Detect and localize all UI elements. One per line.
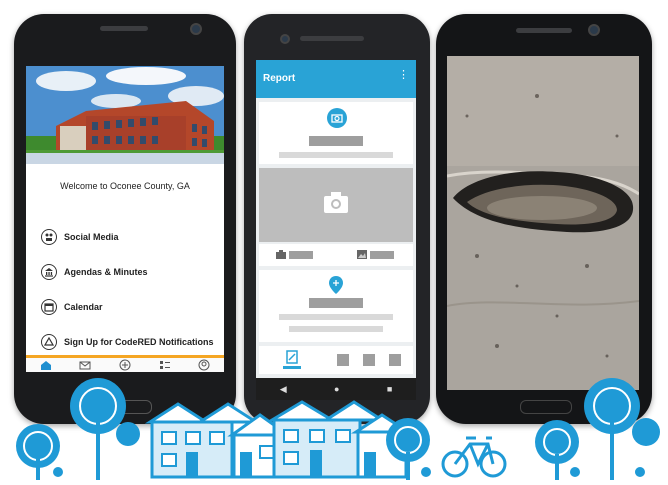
social-media-icon [41, 229, 57, 245]
county-building-photo [26, 66, 224, 164]
photo-actions [259, 244, 413, 266]
bicycle-icon [441, 436, 507, 478]
pothole-photo [447, 56, 639, 390]
menu-item-agendas[interactable]: Agendas & Minutes [41, 261, 148, 283]
welcome-text: Welcome to Oconee County, GA [60, 181, 190, 191]
government-building-icon [41, 264, 57, 280]
menu-label: Sign Up for CodeRED Notifications [64, 337, 214, 347]
phone-camera [588, 24, 600, 36]
placeholder-line [279, 314, 393, 320]
placeholder-label [370, 251, 394, 259]
calendar-icon [41, 299, 57, 315]
tree-right-2 [584, 378, 660, 480]
phone-speaker [516, 28, 572, 33]
app-screen: Report ⋮ ◀ ● ■ [256, 60, 416, 400]
phone-speaker [100, 26, 148, 31]
placeholder-title [309, 298, 363, 308]
take-photo-icon[interactable] [276, 250, 286, 259]
placeholder-line [279, 152, 393, 158]
placeholder-label [289, 251, 313, 259]
gallery-icon[interactable] [357, 250, 367, 259]
menu-item-calendar[interactable]: Calendar [41, 296, 103, 318]
pothole-image [447, 56, 639, 390]
menu-label: Agendas & Minutes [64, 267, 148, 277]
tree-left-2 [70, 378, 140, 480]
tree-right [535, 420, 580, 480]
placeholder-line [289, 326, 383, 332]
house-row-left [144, 402, 293, 479]
menu-item-codered[interactable]: Sign Up for CodeRED Notifications [41, 331, 214, 353]
placeholder-title [309, 136, 363, 146]
more-menu-icon[interactable]: ⋮ [398, 68, 409, 81]
phone-speaker [300, 36, 364, 41]
alert-icon [41, 334, 57, 350]
photo-placeholder[interactable] [259, 168, 413, 242]
location-card[interactable] [259, 270, 413, 342]
app-bar: Report ⋮ [256, 60, 416, 98]
menu-label: Calendar [64, 302, 103, 312]
phone-camera [280, 34, 290, 44]
location-pin-icon [329, 276, 343, 294]
camera-icon [324, 192, 348, 213]
neighborhood-illustration [16, 378, 660, 480]
category-card[interactable] [259, 102, 413, 164]
menu-item-social-media[interactable]: Social Media [41, 226, 119, 248]
tree-left [16, 424, 63, 480]
app-screen: Welcome to Oconee County, GA Social Medi… [26, 66, 224, 372]
phone-camera [190, 23, 202, 35]
camera-badge-icon [327, 108, 347, 128]
menu-label: Social Media [64, 232, 119, 242]
page-title: Report [263, 73, 296, 84]
